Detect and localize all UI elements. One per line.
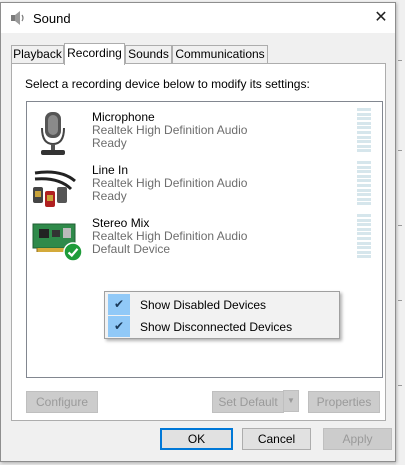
meter-segment (357, 131, 371, 134)
meter-segment (357, 218, 371, 222)
tab-playback[interactable]: Playback (11, 45, 64, 63)
meter-segment (357, 227, 371, 231)
meter-segment (357, 108, 371, 111)
checkmark-icon: ✔ (108, 316, 130, 337)
meter-segment (357, 117, 371, 121)
device-list-context-menu: ✔ Show Disabled Devices ✔ Show Disconnec… (104, 291, 340, 339)
menu-item-label: Show Disabled Devices (140, 298, 267, 312)
tab-communications[interactable]: Communications (172, 45, 268, 63)
menu-item-label: Show Disconnected Devices (140, 320, 293, 334)
meter-segment (357, 174, 371, 178)
meter-segment (357, 223, 371, 227)
meter-segment (357, 184, 371, 187)
device-driver: Realtek High Definition Audio (92, 123, 248, 137)
device-name: Stereo Mix (92, 216, 150, 230)
configure-button[interactable]: Configure (26, 391, 98, 413)
menu-item-show-disabled[interactable]: ✔ Show Disabled Devices (107, 294, 337, 315)
meter-segment (357, 126, 371, 130)
line-in-cable-icon (33, 170, 76, 207)
device-name: Microphone (92, 110, 155, 124)
device-name: Line In (92, 163, 129, 177)
meter-segment (357, 144, 371, 148)
meter-segment (357, 202, 371, 206)
level-meter (357, 161, 371, 207)
meter-segment (357, 121, 371, 125)
close-button[interactable]: ✕ (369, 7, 393, 29)
meter-segment (357, 135, 371, 139)
meter-segment (357, 179, 371, 183)
meter-segment (357, 197, 371, 201)
title-bar[interactable]: Sound ✕ (1, 3, 395, 33)
device-status: Ready (92, 136, 127, 150)
meter-segment (357, 237, 371, 240)
device-row-line-in[interactable]: Line In Realtek High Definition Audio Re… (27, 161, 382, 213)
device-row-stereo-mix[interactable]: Stereo Mix Realtek High Definition Audio… (27, 214, 382, 266)
device-status: Default Device (92, 242, 171, 256)
meter-segment (357, 241, 371, 245)
set-default-button[interactable]: Set Default (212, 391, 284, 413)
tab-recording[interactable]: Recording (64, 43, 125, 65)
menu-item-show-disconnected[interactable]: ✔ Show Disconnected Devices (107, 316, 337, 337)
sound-dialog: Sound ✕ Playback Recording Sounds Commun… (0, 2, 396, 462)
background-window-edge (396, 0, 405, 465)
level-meter (357, 214, 371, 260)
apply-button[interactable]: Apply (323, 428, 392, 450)
cancel-button[interactable]: Cancel (242, 428, 311, 450)
meter-segment (357, 255, 371, 259)
properties-button[interactable]: Properties (308, 391, 380, 413)
checkmark-icon: ✔ (108, 294, 130, 315)
meter-segment (357, 188, 371, 192)
meter-segment (357, 149, 371, 153)
meter-segment (357, 246, 371, 250)
close-icon: ✕ (374, 9, 388, 26)
recording-panel: Select a recording device below to modif… (11, 63, 386, 421)
meter-segment (357, 140, 371, 144)
microphone-icon (41, 112, 65, 155)
meter-segment (357, 112, 371, 116)
meter-segment (357, 250, 371, 254)
tab-sounds[interactable]: Sounds (125, 45, 172, 63)
device-row-microphone[interactable]: Microphone Realtek High Definition Audio… (27, 108, 382, 160)
meter-segment (357, 193, 371, 197)
device-status: Ready (92, 189, 127, 203)
meter-segment (357, 232, 371, 236)
level-meter (357, 108, 371, 154)
ok-button[interactable]: OK (160, 428, 233, 450)
meter-segment (357, 165, 371, 169)
meter-segment (357, 214, 371, 217)
speaker-icon (11, 11, 24, 25)
green-check-icon (63, 242, 83, 262)
meter-segment (357, 161, 371, 164)
device-driver: Realtek High Definition Audio (92, 229, 248, 243)
device-driver: Realtek High Definition Audio (92, 176, 248, 190)
set-default-dropdown-button[interactable]: ▼ (283, 390, 299, 412)
instruction-text: Select a recording device below to modif… (25, 77, 310, 91)
window-title: Sound (33, 11, 71, 26)
meter-segment (357, 170, 371, 174)
chevron-down-icon: ▼ (287, 396, 295, 405)
